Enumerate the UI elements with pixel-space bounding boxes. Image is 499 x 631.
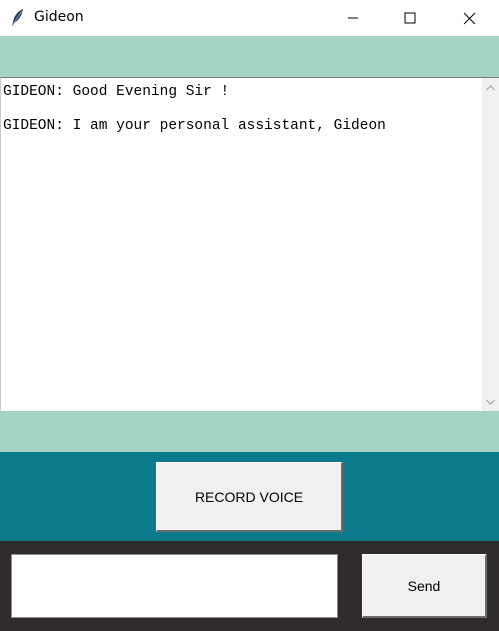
chevron-down-icon[interactable] [485, 396, 496, 407]
window-title: Gideon [34, 9, 84, 25]
minimize-button[interactable] [330, 0, 376, 36]
close-button[interactable] [446, 0, 492, 36]
message-input[interactable] [11, 554, 338, 618]
chat-log[interactable]: GIDEON: Good Evening Sir ! GIDEON: I am … [0, 77, 499, 411]
chat-message: GIDEON: I am your personal assistant, Gi… [3, 118, 386, 134]
feather-icon [10, 8, 26, 28]
chat-scrollbar[interactable] [482, 78, 499, 411]
chat-text: GIDEON: Good Evening Sir ! GIDEON: I am … [3, 84, 478, 135]
input-bar: Send [0, 541, 499, 631]
maximize-icon [404, 12, 416, 24]
maximize-button[interactable] [387, 0, 433, 36]
record-bar: RECORD VOICE [0, 452, 499, 541]
send-button[interactable]: Send [362, 554, 487, 618]
close-icon [463, 12, 475, 24]
minimize-icon [348, 17, 358, 19]
chevron-up-icon[interactable] [485, 82, 496, 93]
top-band [0, 36, 499, 77]
chat-message: GIDEON: Good Evening Sir ! [3, 84, 230, 100]
title-bar[interactable]: Gideon [0, 0, 499, 36]
middle-band [0, 411, 499, 452]
chat-spacer [3, 101, 478, 118]
record-voice-button[interactable]: RECORD VOICE [156, 462, 343, 532]
